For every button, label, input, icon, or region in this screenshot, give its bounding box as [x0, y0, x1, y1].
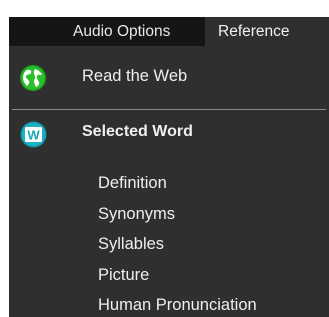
- submenu-item-syllables[interactable]: Syllables: [98, 234, 164, 254]
- submenu-item-picture[interactable]: Picture: [98, 265, 149, 285]
- submenu-item-human-pronunciation[interactable]: Human Pronunciation: [98, 295, 257, 315]
- menu-item-label: Read the Web: [82, 67, 188, 85]
- menu-reference[interactable]: Reference: [205, 17, 329, 46]
- submenu-item-synonyms[interactable]: Synonyms: [98, 204, 175, 224]
- menu-bar: Audio Options Reference: [9, 17, 329, 46]
- menu-item-label: Selected Word: [82, 123, 193, 140]
- menu-item-read-the-web[interactable]: Read the Web: [9, 62, 329, 94]
- submenu-item-definition[interactable]: Definition: [98, 173, 167, 193]
- menu-audio-options[interactable]: Audio Options: [60, 17, 205, 46]
- word-w-icon: W: [20, 121, 47, 148]
- word-icon-letter: W: [27, 128, 40, 143]
- menu-divider: [12, 109, 326, 110]
- globe-icon: [20, 65, 46, 91]
- reference-dropdown-menu: Read the Web W Selected Word Definition …: [9, 46, 329, 317]
- menu-item-selected-word[interactable]: W Selected Word: [9, 118, 329, 150]
